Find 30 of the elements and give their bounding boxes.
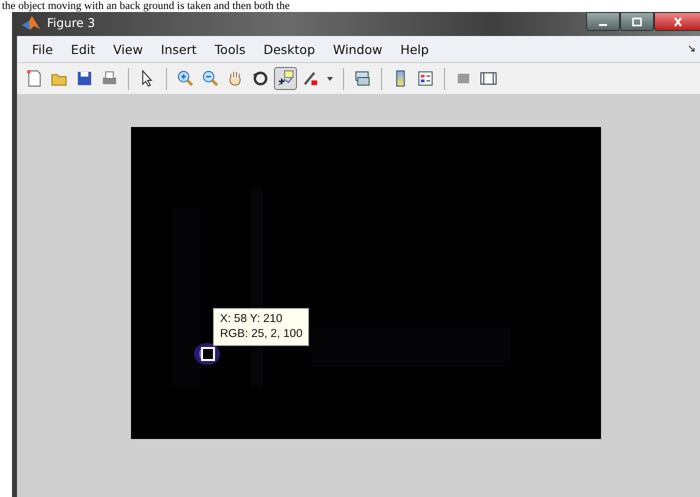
menu-item[interactable]: Tools <box>206 42 254 56</box>
brush-icon <box>301 69 320 88</box>
data-marker[interactable] <box>201 347 215 361</box>
close-icon <box>672 16 684 26</box>
menu-item[interactable]: File <box>23 42 62 56</box>
minimize-button[interactable] <box>586 12 620 31</box>
zoom-in-icon <box>176 69 195 88</box>
datatip-text: RGB: 25, 2, 100 <box>220 327 302 342</box>
menu-item[interactable]: Window <box>324 42 392 56</box>
menu-item[interactable]: View <box>104 42 152 56</box>
data-cursor-button[interactable] <box>274 67 297 90</box>
document-text: the object moving with an back ground is taken and then both the <box>2 0 290 12</box>
window-title: Figure 3 <box>47 16 96 30</box>
menu-item[interactable]: Insert <box>152 42 206 56</box>
menu-item[interactable]: Desktop <box>254 42 324 56</box>
minimize-icon <box>599 24 607 26</box>
zoom-out-icon <box>201 69 220 88</box>
caret-icon[interactable] <box>327 76 333 80</box>
maximize-icon <box>631 16 643 26</box>
legend-icon <box>416 69 435 88</box>
menu-item[interactable]: Help <box>391 42 438 56</box>
close-button[interactable] <box>654 12 700 31</box>
rotate-icon <box>251 69 270 88</box>
data-cursor-icon <box>276 69 295 88</box>
datatip-text: X: 58 Y: 210 <box>220 312 284 327</box>
maximize-button[interactable] <box>620 12 654 31</box>
menu-item[interactable]: Edit <box>62 42 104 56</box>
dock-arrow-icon[interactable] <box>688 45 696 53</box>
app-logo-icon <box>21 15 41 31</box>
windows-icon <box>353 69 372 88</box>
